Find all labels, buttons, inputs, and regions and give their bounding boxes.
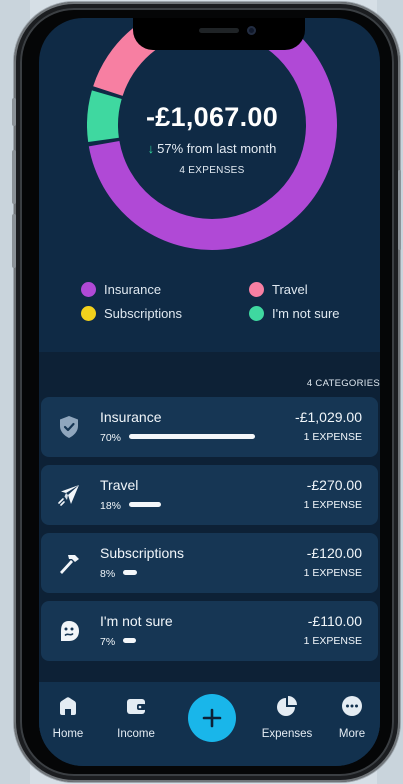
legend-item-insurance[interactable]: Insurance bbox=[81, 280, 161, 298]
category-percent: 18% bbox=[100, 500, 122, 512]
tab-expenses[interactable]: Expenses bbox=[257, 694, 317, 740]
category-percent: 70% bbox=[100, 432, 122, 444]
volume-up-button bbox=[12, 150, 16, 204]
category-card-insurance[interactable]: Insurance 70% -£1,029.00 1 EXPENSE bbox=[41, 397, 378, 457]
category-card-subscriptions[interactable]: Subscriptions 8% -£120.00 1 EXPENSE bbox=[41, 533, 378, 593]
power-button bbox=[398, 170, 401, 250]
category-card-travel[interactable]: Travel 18% -£270.00 1 EXPENSE bbox=[41, 465, 378, 525]
legend-item-not-sure[interactable]: I'm not sure bbox=[249, 304, 340, 322]
volume-down-button bbox=[12, 214, 16, 268]
tab-label: Income bbox=[117, 728, 155, 740]
category-amount: -£110.00 bbox=[307, 613, 362, 629]
category-name: Insurance bbox=[100, 409, 162, 425]
tab-label: More bbox=[338, 728, 366, 740]
tab-home[interactable]: Home bbox=[39, 694, 98, 740]
change-from-last-month: ↓ 57% from last month bbox=[87, 141, 337, 156]
category-amount: -£270.00 bbox=[306, 477, 362, 493]
legend-item-travel[interactable]: Travel bbox=[249, 280, 308, 298]
legend-dot bbox=[81, 305, 96, 321]
category-expense-count: 1 EXPENSE bbox=[303, 499, 362, 511]
paper-plane-icon bbox=[58, 485, 79, 506]
category-amount: -£1,029.00 bbox=[295, 409, 362, 425]
category-progress-bar bbox=[123, 638, 136, 643]
notch bbox=[133, 18, 305, 50]
legend-label: I'm not sure bbox=[272, 305, 340, 321]
tab-label: Expenses bbox=[261, 728, 313, 740]
category-progress-bar bbox=[129, 502, 162, 507]
more-dots-icon bbox=[342, 696, 362, 716]
category-percent: 8% bbox=[100, 568, 116, 580]
category-name: I'm not sure bbox=[100, 613, 173, 629]
shield-check-icon bbox=[60, 416, 78, 438]
home-icon bbox=[60, 697, 76, 715]
hammer-icon bbox=[60, 555, 79, 574]
legend-dot bbox=[249, 281, 264, 297]
add-expense-button[interactable] bbox=[188, 694, 236, 742]
category-name: Travel bbox=[100, 477, 139, 493]
change-text: 57% from last month bbox=[157, 141, 277, 156]
confused-face-icon bbox=[61, 621, 79, 641]
chart-center: -£1,067.00 ↓ 57% from last month 4 EXPENS… bbox=[87, 18, 337, 250]
arrow-down-icon: ↓ bbox=[147, 141, 155, 156]
category-expense-count: 1 EXPENSE bbox=[303, 431, 362, 443]
expense-donut-chart: -£1,067.00 ↓ 57% from last month 4 EXPENS… bbox=[87, 18, 337, 250]
pie-chart-icon bbox=[277, 696, 297, 716]
category-expense-count: 1 EXPENSE bbox=[303, 635, 362, 647]
legend-dot bbox=[81, 281, 96, 297]
category-expense-count: 1 EXPENSE bbox=[303, 567, 362, 579]
category-progress-bar bbox=[129, 434, 255, 439]
plus-icon bbox=[202, 708, 222, 728]
app-screen: -£1,067.00 ↓ 57% from last month 4 EXPENS… bbox=[39, 18, 380, 766]
legend-label: Insurance bbox=[104, 281, 162, 297]
bottom-tab-bar: Home Income Expenses More bbox=[39, 682, 380, 766]
wallet-icon bbox=[127, 699, 146, 714]
legend-dot bbox=[249, 305, 264, 321]
category-percent: 7% bbox=[100, 636, 116, 648]
legend-label: Subscriptions bbox=[104, 305, 183, 321]
expense-count: 4 EXPENSES bbox=[179, 165, 245, 176]
category-progress-bar bbox=[123, 570, 138, 575]
category-name: Subscriptions bbox=[100, 545, 185, 561]
chart-legend: Insurance Travel Subscriptions I'm not s… bbox=[81, 280, 371, 334]
legend-item-subscriptions[interactable]: Subscriptions bbox=[81, 304, 182, 322]
legend-label: Travel bbox=[272, 281, 308, 297]
tab-label: Home bbox=[52, 728, 84, 740]
speaker-grille bbox=[199, 28, 239, 33]
category-card-not-sure[interactable]: I'm not sure 7% -£110.00 1 EXPENSE bbox=[41, 601, 378, 661]
tab-income[interactable]: Income bbox=[106, 694, 166, 740]
tab-more[interactable]: More bbox=[322, 694, 380, 740]
mute-switch bbox=[12, 98, 16, 126]
categories-count: 4 CATEGORIES bbox=[306, 378, 380, 389]
category-amount: -£120.00 bbox=[306, 545, 362, 561]
front-camera bbox=[247, 26, 256, 35]
total-amount: -£1,067.00 bbox=[145, 102, 279, 132]
